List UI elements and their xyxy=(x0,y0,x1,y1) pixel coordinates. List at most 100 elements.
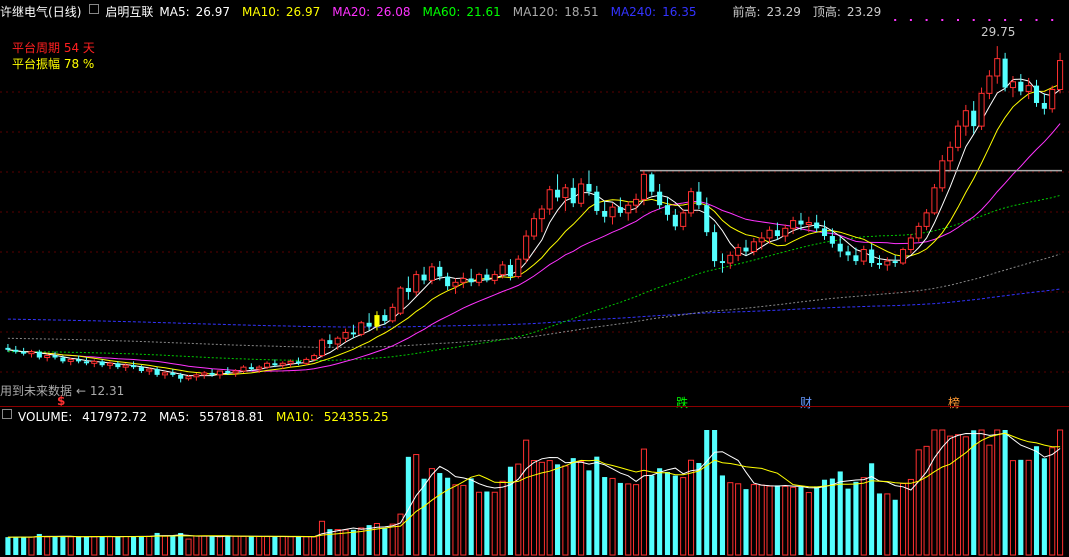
candle xyxy=(161,372,169,376)
candle xyxy=(617,207,623,213)
candle xyxy=(884,260,891,266)
volume-bar xyxy=(460,484,467,556)
candle xyxy=(445,276,451,287)
candle xyxy=(1033,85,1040,103)
volume-bar xyxy=(1049,447,1056,556)
candle xyxy=(719,261,725,264)
volume-bar xyxy=(978,429,985,556)
candle xyxy=(915,225,922,239)
candle xyxy=(931,187,938,214)
volume-bar xyxy=(696,462,702,555)
candle xyxy=(971,110,977,127)
candle xyxy=(154,369,160,375)
candle xyxy=(515,258,522,278)
volume-bar xyxy=(664,471,671,555)
volume-bar xyxy=(318,520,326,556)
volume-bar xyxy=(790,486,797,556)
candle xyxy=(193,374,200,378)
volume-bar xyxy=(178,533,184,555)
candle xyxy=(342,331,349,339)
volume-bar xyxy=(146,535,153,556)
volume-bar xyxy=(421,478,427,555)
candle xyxy=(696,191,702,206)
candle xyxy=(892,261,898,264)
volume-bar xyxy=(798,486,804,555)
candle xyxy=(122,364,129,368)
volume-bar xyxy=(845,488,851,555)
candle xyxy=(272,363,278,366)
volume-bar xyxy=(687,459,695,556)
candle xyxy=(853,255,859,262)
volume-bar xyxy=(672,475,678,555)
candle xyxy=(21,351,27,354)
candle xyxy=(664,205,671,215)
volume-bar xyxy=(562,465,569,556)
volume-bar xyxy=(272,536,278,555)
candle xyxy=(978,92,985,127)
volume-bar xyxy=(21,537,27,555)
volume-bar xyxy=(484,491,490,555)
volume-bar xyxy=(342,529,349,556)
candle xyxy=(397,287,404,314)
candle xyxy=(13,349,19,352)
volume-bar xyxy=(578,461,585,556)
volume-bar xyxy=(1033,446,1040,555)
candle xyxy=(106,362,114,366)
volume-bar xyxy=(122,536,129,556)
volume-bar xyxy=(256,535,263,556)
candle xyxy=(232,370,239,374)
volume-bar xyxy=(523,439,530,556)
candle xyxy=(413,274,420,293)
candle xyxy=(586,183,592,192)
signal-dot xyxy=(1051,19,1054,21)
volume-bar xyxy=(594,456,600,555)
candle xyxy=(201,372,208,376)
candle xyxy=(869,249,875,264)
volume-bar xyxy=(876,493,883,555)
candle xyxy=(821,228,828,237)
candle xyxy=(805,222,812,225)
candle xyxy=(491,274,498,281)
candle xyxy=(766,229,773,239)
candle xyxy=(907,237,914,251)
candle xyxy=(287,360,294,364)
candle xyxy=(1057,60,1064,90)
volume-bar xyxy=(649,475,655,555)
candle xyxy=(263,362,271,368)
volume-bar xyxy=(821,479,828,555)
volume-bar xyxy=(468,478,474,555)
volume-bar xyxy=(115,536,121,555)
candle xyxy=(374,315,380,327)
volume-bar xyxy=(67,536,74,556)
volume-bar xyxy=(52,536,58,555)
volume-bar xyxy=(170,536,176,555)
volume-bar xyxy=(13,537,19,555)
candle xyxy=(185,376,192,380)
candle xyxy=(76,359,82,362)
candle xyxy=(837,243,843,252)
volume-bar xyxy=(805,492,812,556)
candle xyxy=(475,274,483,283)
candle xyxy=(225,371,231,373)
candle xyxy=(389,306,396,322)
candle xyxy=(256,366,263,370)
candle xyxy=(468,278,474,283)
volume-bar xyxy=(712,430,718,555)
candle xyxy=(327,340,333,345)
candle xyxy=(962,110,969,127)
candle xyxy=(578,183,585,204)
volume-bar xyxy=(507,466,513,555)
candle xyxy=(790,220,797,229)
volume-bar xyxy=(138,536,144,555)
price-volume-chart[interactable] xyxy=(0,0,1069,557)
volume-bar xyxy=(428,468,435,556)
volume-bar xyxy=(216,535,223,556)
volume-bar xyxy=(814,486,820,555)
volume-bar xyxy=(947,435,954,556)
candle xyxy=(555,189,561,198)
volume-bar xyxy=(782,485,789,556)
volume-bar xyxy=(923,445,930,556)
volume-bar xyxy=(617,482,623,555)
volume-bar xyxy=(106,536,114,556)
signal-dot xyxy=(1035,19,1038,21)
